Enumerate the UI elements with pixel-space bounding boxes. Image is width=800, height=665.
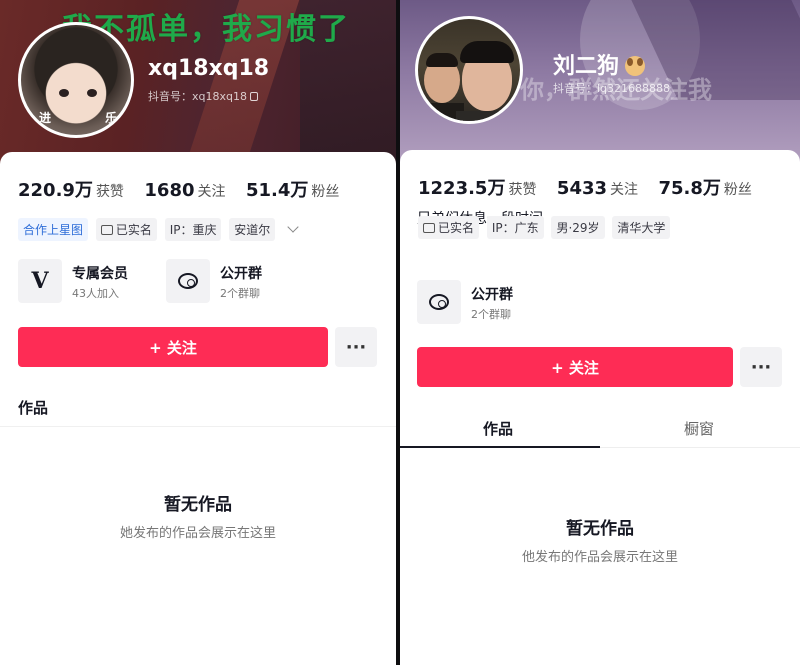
tab-works[interactable]: 作品 bbox=[483, 418, 513, 439]
tab-showcase[interactable]: 橱窗 bbox=[684, 418, 714, 439]
stat-label: 粉丝 bbox=[723, 182, 752, 198]
tag-label: 已实名 bbox=[438, 221, 475, 235]
avatar-figure bbox=[426, 53, 458, 67]
id-card-icon bbox=[423, 223, 435, 233]
feature-subtitle: 2个群聊 bbox=[471, 308, 511, 321]
avatar[interactable] bbox=[415, 16, 523, 124]
username: 刘二狗 bbox=[553, 48, 646, 80]
stats-row: 220.9万 获赞 1680 关注 51.4万 粉丝 bbox=[18, 176, 355, 202]
tag-label: IP：重庆 bbox=[169, 223, 217, 237]
v-icon: V bbox=[31, 268, 49, 294]
dog-emoji-icon bbox=[625, 56, 646, 76]
feature-public-group[interactable]: 公开群 2个群聊 bbox=[166, 259, 306, 305]
tag-verified: 已实名 bbox=[95, 218, 157, 241]
stat-likes[interactable]: 220.9万 获赞 bbox=[18, 176, 124, 202]
empty-state-title: 暂无作品 bbox=[164, 495, 232, 515]
profile-card-right-wrapper: 1223.5万 获赞 5433 关注 75.8万 粉丝 兄弟们休息一段时间 已实名 I… bbox=[400, 150, 800, 665]
empty-state-subtitle: 她发布的作品会展示在这里 bbox=[119, 526, 276, 541]
feature-public-group[interactable]: 公开群 2个群聊 bbox=[417, 280, 557, 326]
empty-state-title: 暂无作品 bbox=[566, 519, 634, 539]
stat-following[interactable]: 5433 关注 bbox=[557, 178, 638, 199]
tag-verified: 已实名 bbox=[418, 216, 480, 239]
copy-icon[interactable] bbox=[249, 92, 258, 101]
stat-label: 获赞 bbox=[508, 182, 537, 198]
tag-star-cooperation[interactable]: 合作上星图 bbox=[18, 218, 89, 241]
feature-title: 公开群 bbox=[220, 266, 262, 282]
stat-value: 51.4万 bbox=[245, 180, 309, 201]
feature-subtitle: 43人加入 bbox=[72, 287, 119, 300]
divider bbox=[0, 426, 396, 427]
stat-value: 1680 bbox=[144, 180, 195, 201]
id-card-icon bbox=[100, 225, 113, 235]
follow-button[interactable]: + 关注 bbox=[417, 347, 733, 387]
feature-membership[interactable]: V 专属会员 43人加入 bbox=[18, 259, 158, 305]
tag-label: 清华大学 bbox=[617, 221, 666, 235]
feature-title: 专属会员 bbox=[72, 266, 128, 282]
douyin-id[interactable]: 抖音号：lq321688888 bbox=[553, 80, 670, 96]
tag-ip: IP：广东 bbox=[486, 216, 544, 239]
feature-icon-box bbox=[417, 280, 461, 324]
feature-title: 公开群 bbox=[471, 287, 513, 303]
tag-label: IP：广东 bbox=[491, 221, 539, 235]
tabs-bar: 作品 橱窗 bbox=[400, 408, 800, 448]
douyin-id[interactable]: 抖音号：xq18xq18 bbox=[148, 88, 258, 104]
stat-following[interactable]: 1680 关注 bbox=[144, 180, 225, 201]
chat-icon bbox=[429, 294, 449, 310]
tag-ip: IP：重庆 bbox=[164, 218, 222, 241]
stat-value: 220.9万 bbox=[18, 180, 93, 201]
stat-label: 关注 bbox=[610, 182, 639, 198]
stats-row: 1223.5万 获赞 5433 关注 75.8万 粉丝 bbox=[418, 174, 768, 200]
stat-label: 获赞 bbox=[95, 184, 124, 200]
stat-label: 关注 bbox=[197, 184, 226, 200]
avatar[interactable]: 进 乐 bbox=[18, 22, 134, 138]
chat-icon bbox=[178, 273, 198, 289]
tag-row: 合作上星图 已实名 IP：重庆 安道尔 bbox=[18, 218, 299, 241]
stat-likes[interactable]: 1223.5万 获赞 bbox=[418, 174, 536, 200]
stat-value: 1223.5万 bbox=[418, 178, 506, 199]
username: xq18xq18 bbox=[148, 56, 270, 81]
tag-label: 安道尔 bbox=[234, 223, 271, 237]
chevron-down-icon[interactable] bbox=[287, 221, 299, 233]
feature-icon-box bbox=[166, 259, 210, 303]
tag-row: 已实名 IP：广东 男·29岁 清华大学 bbox=[418, 216, 674, 239]
follow-button[interactable]: + 关注 bbox=[18, 327, 328, 367]
tag-label: 男·29岁 bbox=[556, 221, 600, 235]
avatar-caption: 进 bbox=[39, 111, 52, 125]
avatar-eye bbox=[87, 89, 97, 97]
profile-card: 1223.5万 获赞 5433 关注 75.8万 粉丝 兄弟们休息一段时间 已实名 I… bbox=[400, 150, 800, 665]
more-options-button[interactable]: ··· bbox=[335, 327, 377, 367]
avatar-caption: 乐 bbox=[105, 111, 118, 125]
douyin-id-text: 抖音号：xq18xq18 bbox=[148, 90, 247, 103]
stat-followers[interactable]: 51.4万 粉丝 bbox=[246, 176, 339, 202]
tag-label: 合作上星图 bbox=[23, 223, 84, 237]
username-text: 刘二狗 bbox=[553, 54, 620, 79]
stat-followers[interactable]: 75.8万 粉丝 bbox=[658, 174, 751, 200]
feature-subtitle: 2个群聊 bbox=[220, 287, 260, 300]
douyin-id-text: 抖音号：lq321688888 bbox=[553, 82, 671, 95]
works-section-title[interactable]: 作品 bbox=[18, 397, 48, 418]
stat-value: 75.8万 bbox=[658, 178, 721, 199]
tag-label: 已实名 bbox=[115, 223, 152, 237]
profile-panel-left: 我不孤单，我习惯了 进 乐 xq18xq18 抖音号：xq18xq18 220.… bbox=[0, 0, 396, 665]
avatar-figure bbox=[460, 41, 514, 63]
stat-label: 粉丝 bbox=[311, 184, 340, 200]
stat-value: 5433 bbox=[556, 178, 608, 199]
tag-gender-age: 男·29岁 bbox=[551, 216, 605, 239]
tag-school[interactable]: 清华大学 bbox=[612, 216, 671, 239]
active-tab-indicator bbox=[400, 446, 600, 448]
more-options-button[interactable]: ··· bbox=[740, 347, 782, 387]
profile-card: 220.9万 获赞 1680 关注 51.4万 粉丝 合作上星图 已实名 IP：重庆 … bbox=[0, 152, 396, 665]
empty-state-subtitle: 他发布的作品会展示在这里 bbox=[521, 550, 678, 565]
feature-icon-box: V bbox=[18, 259, 62, 303]
tag-location: 安道尔 bbox=[229, 218, 276, 241]
avatar-eye bbox=[59, 89, 69, 97]
